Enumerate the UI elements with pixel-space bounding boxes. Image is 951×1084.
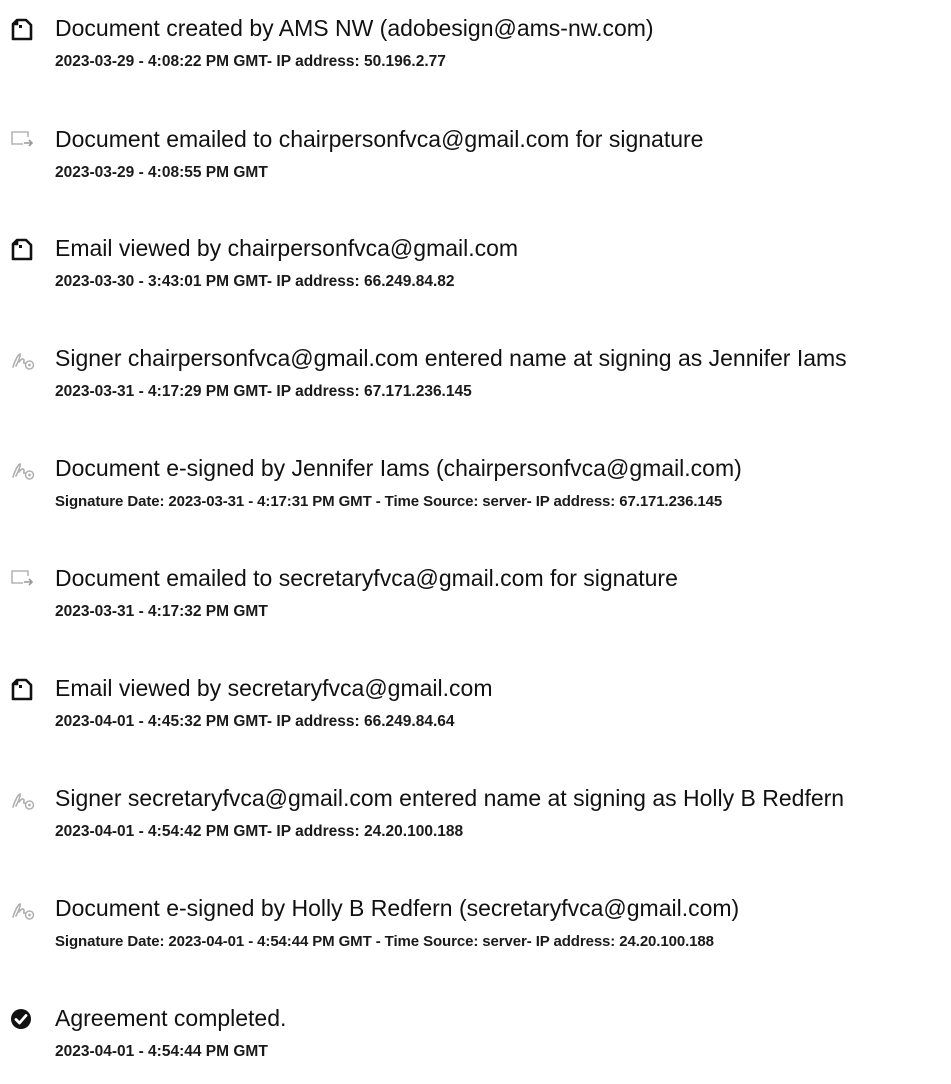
signature-icon [8, 455, 36, 483]
audit-event: Email viewed by chairpersonfvca@gmail.co… [0, 234, 951, 314]
document-icon [8, 15, 36, 43]
event-title: Signer chairpersonfvca@gmail.com entered… [55, 345, 847, 371]
event-title: Agreement completed. [55, 1005, 287, 1031]
document-icon [8, 675, 36, 703]
email-sent-icon [8, 565, 36, 593]
audit-event: Document emailed to secretaryfvca@gmail.… [0, 564, 951, 644]
check-circle-icon [8, 1005, 36, 1033]
event-title: Signer secretaryfvca@gmail.com entered n… [55, 785, 845, 811]
event-detail: 2023-03-29 - 4:08:55 PM GMT [55, 164, 268, 181]
audit-event: Email viewed by secretaryfvca@gmail.com … [0, 674, 951, 754]
audit-event: Document emailed to chairpersonfvca@gmai… [0, 125, 951, 205]
event-detail: 2023-04-01 - 4:54:42 PM GMT- IP address:… [55, 823, 464, 840]
event-detail: 2023-04-01 - 4:45:32 PM GMT- IP address:… [55, 713, 455, 730]
audit-event: Signer chairpersonfvca@gmail.com entered… [0, 344, 951, 424]
event-title: Email viewed by secretaryfvca@gmail.com [55, 675, 493, 701]
email-sent-icon [8, 126, 36, 154]
document-icon [8, 235, 36, 263]
audit-event: Document e-signed by Jennifer Iams (chai… [0, 454, 951, 534]
event-title: Document emailed to secretaryfvca@gmail.… [55, 565, 678, 591]
signature-icon [8, 785, 36, 813]
event-title: Document e-signed by Jennifer Iams (chai… [55, 455, 742, 481]
event-detail: 2023-03-30 - 3:43:01 PM GMT- IP address:… [55, 273, 455, 290]
event-detail: 2023-03-31 - 4:17:32 PM GMT [55, 603, 268, 620]
event-title: Email viewed by chairpersonfvca@gmail.co… [55, 235, 519, 261]
event-title: Document e-signed by Holly B Redfern (se… [55, 895, 740, 921]
event-detail: 2023-03-31 - 4:17:29 PM GMT- IP address:… [55, 383, 472, 400]
event-title: Document created by AMS NW (adobesign@am… [55, 15, 654, 41]
audit-event: Agreement completed. 2023-04-01 - 4:54:4… [0, 1004, 951, 1084]
audit-event: Signer secretaryfvca@gmail.com entered n… [0, 784, 951, 864]
audit-event: Document e-signed by Holly B Redfern (se… [0, 894, 951, 974]
event-title: Document emailed to chairpersonfvca@gmai… [55, 126, 704, 152]
event-detail: 2023-04-01 - 4:54:44 PM GMT [55, 1043, 268, 1060]
event-detail: Signature Date: 2023-04-01 - 4:54:44 PM … [55, 933, 714, 950]
audit-event: Document created by AMS NW (adobesign@am… [0, 14, 951, 94]
audit-trail: Document created by AMS NW (adobesign@am… [0, 0, 951, 1069]
signature-icon [8, 345, 36, 373]
event-detail: Signature Date: 2023-03-31 - 4:17:31 PM … [55, 493, 723, 510]
signature-icon [8, 895, 36, 923]
event-detail: 2023-03-29 - 4:08:22 PM GMT- IP address:… [55, 53, 446, 70]
